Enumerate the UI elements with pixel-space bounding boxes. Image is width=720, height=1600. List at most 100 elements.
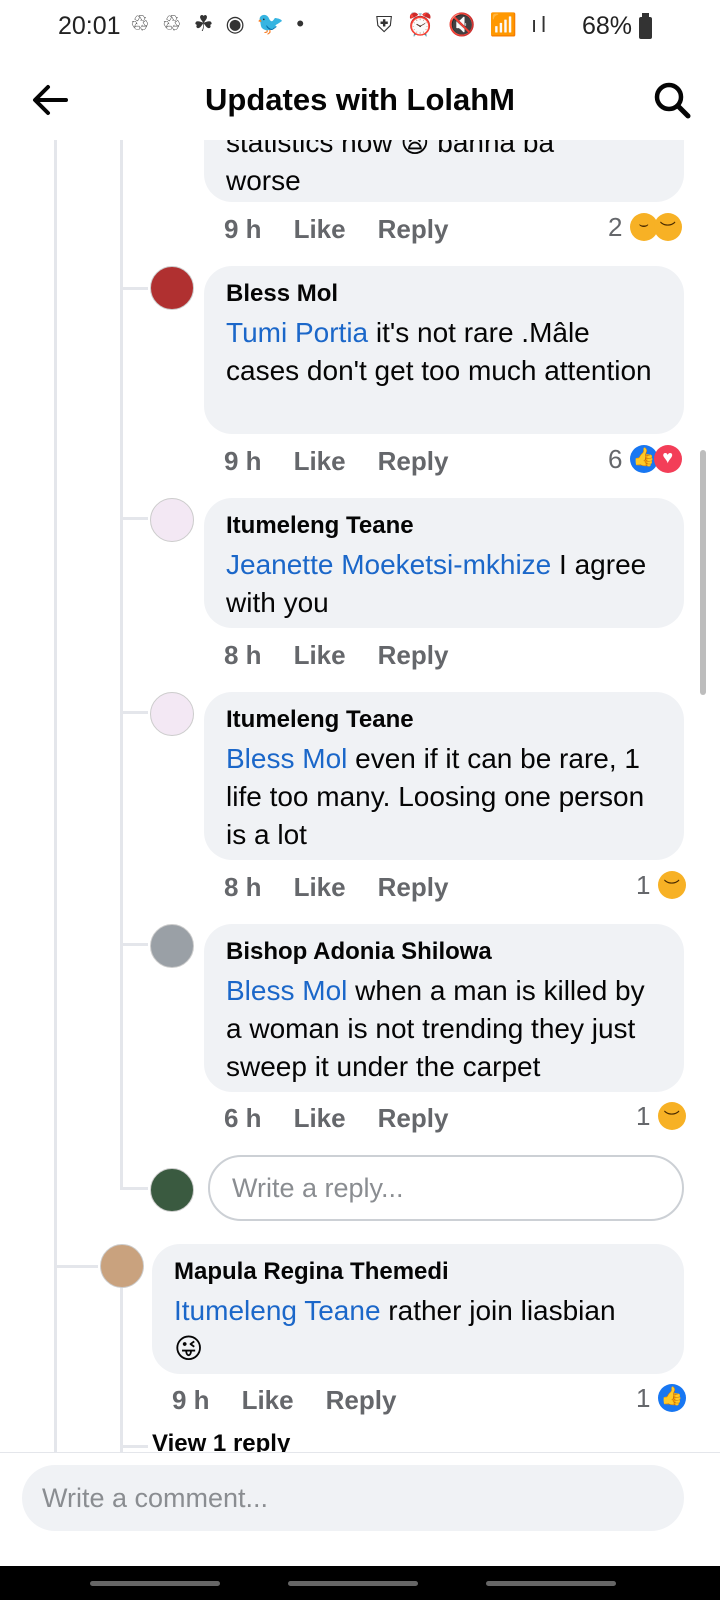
write-comment-field[interactable]: Write a comment...	[22, 1465, 684, 1531]
thread-connector	[120, 943, 148, 946]
reaction-summary[interactable]: 6 👍 ♥	[608, 444, 682, 475]
like-button[interactable]: Like	[294, 214, 346, 244]
status-time: 20:01	[58, 12, 121, 40]
comment-bubble[interactable]: Mapula Regina Themedi Itumeleng Teane ra…	[152, 1244, 684, 1374]
avatar[interactable]	[100, 1244, 144, 1288]
comment-text: Tumi Portia it's not rare .Mâle cases do…	[226, 314, 662, 390]
love-emoji-icon: ♥	[653, 445, 682, 473]
scrollbar-thumb[interactable]	[700, 450, 706, 695]
comment-author[interactable]: Itumeleng Teane	[226, 512, 662, 540]
comment-actions: 9 h Like Reply	[172, 1385, 428, 1416]
comment-placeholder[interactable]: Write a comment...	[42, 1483, 268, 1514]
comment-actions: 9 h Like Reply	[224, 214, 480, 245]
mention-link[interactable]: Bless Mol	[226, 975, 347, 1006]
like-button[interactable]: Like	[294, 1103, 346, 1133]
like-button[interactable]: Like	[294, 446, 346, 476]
mention-link[interactable]: Tumi Portia	[226, 317, 368, 348]
thread-connector	[120, 711, 148, 714]
reaction-summary[interactable]: 1 ︶	[636, 870, 686, 901]
battery-icon	[639, 13, 652, 39]
comment-emoji: 😜	[174, 1333, 204, 1364]
avatar[interactable]	[150, 692, 194, 736]
comment-bar: Write a comment...	[0, 1452, 720, 1549]
search-icon[interactable]	[650, 78, 694, 122]
mention-link[interactable]: Itumeleng Teane	[174, 1295, 381, 1326]
comment-time: 9 h	[224, 446, 262, 476]
current-user-avatar	[150, 1168, 194, 1212]
avatar[interactable]	[150, 498, 194, 542]
comment-actions: 8 h Like Reply	[224, 640, 480, 671]
reply-button[interactable]: Reply	[378, 640, 449, 670]
comment-author[interactable]: Mapula Regina Themedi	[174, 1258, 662, 1286]
like-button[interactable]: Like	[242, 1385, 294, 1415]
reply-button[interactable]: Reply	[378, 1103, 449, 1133]
system-icons: ⛨ ⏰ 🔇 📶 ıl	[375, 12, 550, 37]
reaction-summary[interactable]: 1 ︶	[636, 1101, 686, 1132]
thread-connector	[120, 1445, 148, 1448]
comment-body: rather join liasbian	[380, 1295, 616, 1326]
reaction-count: 1	[636, 870, 651, 900]
back-button[interactable]	[486, 1581, 616, 1586]
reply-button[interactable]: Reply	[378, 446, 449, 476]
header: Updates with LolahM	[0, 60, 720, 140]
thread-connector	[120, 287, 148, 290]
sad-emoji-icon: ︶	[657, 1102, 686, 1130]
reply-button[interactable]: Reply	[378, 214, 449, 244]
comment-author[interactable]: Bless Mol	[226, 280, 662, 308]
reaction-count: 1	[636, 1101, 651, 1131]
reaction-count: 1	[636, 1383, 651, 1413]
avatar[interactable]	[150, 924, 194, 968]
avatar[interactable]	[150, 266, 194, 310]
write-reply-field[interactable]: Write a reply...	[208, 1155, 684, 1221]
comment-author[interactable]: Bishop Adonia Shilowa	[226, 938, 662, 966]
system-nav-bar	[0, 1566, 720, 1600]
thread-connector	[120, 517, 148, 520]
mention-link[interactable]: Jeanette Moeketsi-mkhize	[226, 549, 551, 580]
comment-text: Itumeleng Teane rather join liasbian	[174, 1292, 662, 1330]
comment-time: 9 h	[224, 214, 262, 244]
comment-author[interactable]: Itumeleng Teane	[226, 706, 662, 734]
like-button[interactable]: Like	[294, 872, 346, 902]
thread-line-outer	[54, 140, 57, 1480]
reaction-count: 6	[608, 444, 623, 474]
thread-line-inner	[120, 140, 123, 1190]
recents-button[interactable]	[90, 1581, 220, 1586]
reply-placeholder[interactable]: Write a reply...	[232, 1173, 404, 1204]
comment-bubble[interactable]: statistics now 😩 banna ba worse	[204, 140, 684, 202]
sad-emoji-icon: ︶	[653, 213, 682, 241]
comment-bubble[interactable]: Bless Mol Tumi Portia it's not rare .Mâl…	[204, 266, 684, 434]
reaction-summary[interactable]: 1 👍	[636, 1383, 686, 1414]
comment-actions: 6 h Like Reply	[224, 1103, 480, 1134]
reply-button[interactable]: Reply	[326, 1385, 397, 1415]
thread-connector	[54, 1265, 98, 1268]
reaction-count: 2	[608, 212, 623, 242]
comment-text: Jeanette Moeketsi-mkhize I agree with yo…	[226, 546, 662, 622]
comment-time: 9 h	[172, 1385, 210, 1415]
comment-actions: 9 h Like Reply	[224, 446, 480, 477]
comments-thread[interactable]: statistics now 😩 banna ba worse 9 h Like R…	[0, 140, 720, 1480]
like-button[interactable]: Like	[294, 640, 346, 670]
comment-text: worse	[226, 165, 301, 196]
reaction-summary[interactable]: 2 ⌣ ︶	[608, 212, 682, 243]
status-bar: 20:01 ♲ ♲ ☘ ◉ 🐦 • ⛨ ⏰ 🔇 📶 ıl 68%	[0, 0, 720, 52]
comment-bubble[interactable]: Bishop Adonia Shilowa Bless Mol when a m…	[204, 924, 684, 1092]
comment-actions: 8 h Like Reply	[224, 872, 480, 903]
comment-time: 8 h	[224, 872, 262, 902]
sad-emoji-icon: ︶	[657, 871, 686, 899]
like-emoji-icon: 👍	[657, 1384, 686, 1412]
page-title: Updates with LolahM	[205, 82, 515, 117]
notification-icons: ♲ ♲ ☘ ◉ 🐦 •	[130, 11, 308, 36]
home-button[interactable]	[288, 1581, 418, 1586]
mention-link[interactable]: Bless Mol	[226, 743, 347, 774]
reply-button[interactable]: Reply	[378, 872, 449, 902]
comment-bubble[interactable]: Itumeleng Teane Jeanette Moeketsi-mkhize…	[204, 498, 684, 628]
thread-line-sub	[120, 1262, 123, 1462]
comment-text: Bless Mol when a man is killed by a woma…	[226, 972, 662, 1086]
comment-time: 8 h	[224, 640, 262, 670]
thread-connector	[120, 1187, 148, 1190]
comment-bubble[interactable]: Itumeleng Teane Bless Mol even if it can…	[204, 692, 684, 860]
battery-level: 68%	[581, 12, 632, 40]
comment-text-partial: statistics now 😩 banna ba	[226, 140, 555, 158]
comment-text: Bless Mol even if it can be rare, 1 life…	[226, 740, 662, 854]
comment-time: 6 h	[224, 1103, 262, 1133]
